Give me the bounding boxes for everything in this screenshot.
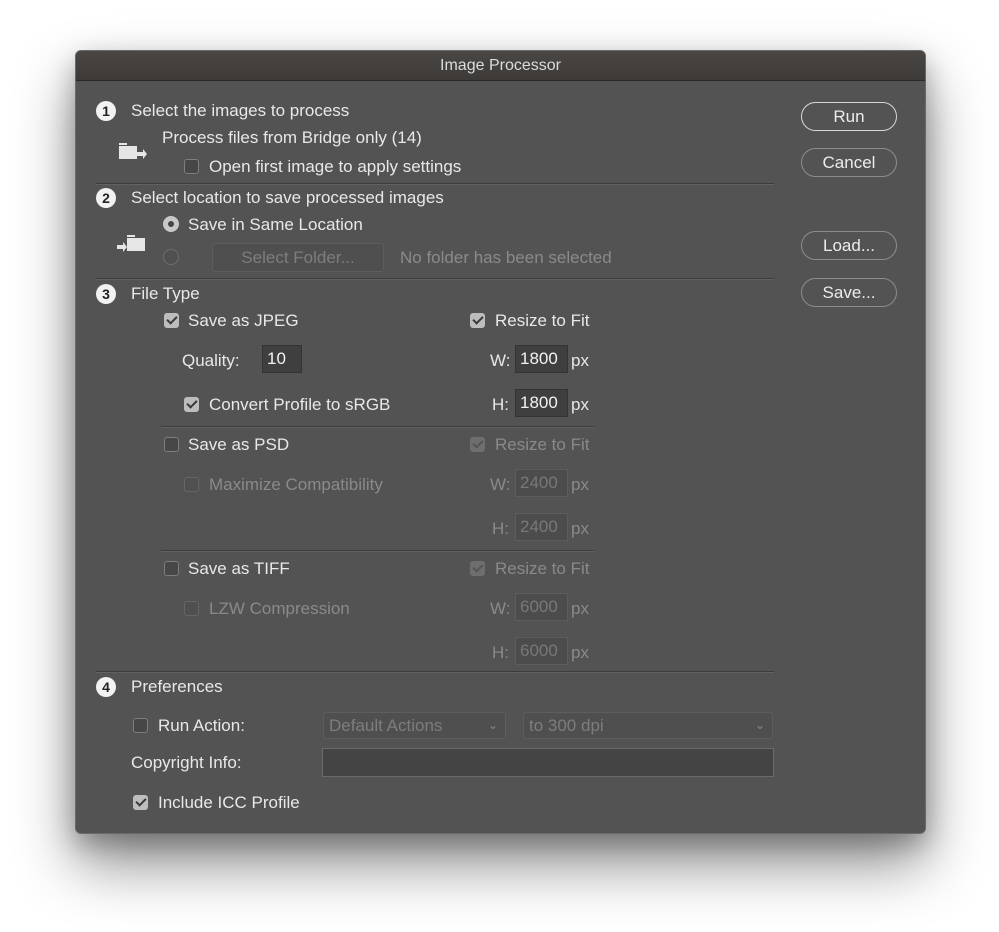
save-as-psd-checkbox[interactable] <box>164 437 179 452</box>
step-3-badge: 3 <box>96 284 116 304</box>
step-2-badge: 2 <box>96 188 116 208</box>
section-divider <box>96 183 774 185</box>
save-as-tiff-checkbox[interactable] <box>164 561 179 576</box>
run-button[interactable]: Run <box>801 102 897 131</box>
tiff-resize-checkbox[interactable] <box>470 561 485 576</box>
save-as-tiff-label: Save as TIFF <box>188 559 290 578</box>
section4-title: Preferences <box>131 677 223 696</box>
jpeg-resize-label: Resize to Fit <box>495 311 590 330</box>
psd-height-input[interactable]: 2400 <box>515 513 568 541</box>
select-folder-radio[interactable] <box>163 249 179 265</box>
quality-label: Quality: <box>182 351 240 370</box>
section2-title: Select location to save processed images <box>131 188 444 207</box>
jpeg-width-unit: px <box>571 351 589 370</box>
tiff-resize-label: Resize to Fit <box>495 559 590 578</box>
psd-width-unit: px <box>571 475 589 494</box>
tiff-width-unit: px <box>571 599 589 618</box>
save-as-psd-label: Save as PSD <box>188 435 290 454</box>
step-1-badge: 1 <box>96 101 116 121</box>
section-divider <box>96 671 774 673</box>
psd-width-input[interactable]: 2400 <box>515 469 568 497</box>
folder-arrow-icon <box>119 143 147 159</box>
action-value: to 300 dpi <box>529 716 604 735</box>
run-action-label: Run Action: <box>158 716 245 735</box>
load-button[interactable]: Load... <box>801 231 897 260</box>
action-set-select[interactable]: Default Actions ⌄ <box>323 712 506 739</box>
save-same-location-radio[interactable] <box>163 216 179 232</box>
jpeg-width-label: W: <box>490 351 511 370</box>
section1-title: Select the images to process <box>131 101 350 120</box>
tiff-height-label: H: <box>492 643 509 662</box>
folder-status-text: No folder has been selected <box>400 248 612 267</box>
jpeg-height-label: H: <box>492 395 509 414</box>
tiff-width-input[interactable]: 6000 <box>515 593 568 621</box>
copyright-input[interactable] <box>322 748 774 777</box>
folder-save-icon <box>117 235 145 252</box>
include-icc-label: Include ICC Profile <box>158 793 300 812</box>
action-select[interactable]: to 300 dpi ⌄ <box>523 712 773 739</box>
quality-input[interactable]: 10 <box>262 345 302 373</box>
source-description: Process files from Bridge only (14) <box>162 128 422 147</box>
chevron-down-icon: ⌄ <box>487 718 498 732</box>
section-divider <box>96 278 774 280</box>
jpeg-width-input[interactable]: 1800 <box>515 345 568 373</box>
maximize-compatibility-label: Maximize Compatibility <box>209 475 383 494</box>
tiff-height-input[interactable]: 6000 <box>515 637 568 665</box>
psd-height-unit: px <box>571 519 589 538</box>
step-4-badge: 4 <box>96 677 116 697</box>
image-processor-dialog: Image Processor Run Cancel Load... Save.… <box>75 50 926 834</box>
jpeg-height-unit: px <box>571 395 589 414</box>
run-action-checkbox[interactable] <box>133 718 148 733</box>
action-set-value: Default Actions <box>329 716 443 735</box>
save-same-location-label: Save in Same Location <box>188 215 363 234</box>
chevron-down-icon: ⌄ <box>754 718 765 732</box>
save-as-jpeg-checkbox[interactable] <box>164 313 179 328</box>
section3-title: File Type <box>131 284 200 303</box>
jpeg-resize-checkbox[interactable] <box>470 313 485 328</box>
filetype-divider <box>161 426 595 428</box>
psd-resize-checkbox[interactable] <box>470 437 485 452</box>
convert-srgb-checkbox[interactable] <box>184 397 199 412</box>
open-first-image-label: Open first image to apply settings <box>209 157 462 176</box>
tiff-height-unit: px <box>571 643 589 662</box>
save-as-jpeg-label: Save as JPEG <box>188 311 299 330</box>
convert-srgb-label: Convert Profile to sRGB <box>209 395 391 414</box>
maximize-compatibility-checkbox[interactable] <box>184 477 199 492</box>
cancel-button[interactable]: Cancel <box>801 148 897 177</box>
save-settings-button[interactable]: Save... <box>801 278 897 307</box>
tiff-width-label: W: <box>490 599 511 618</box>
psd-width-label: W: <box>490 475 511 494</box>
window-title: Image Processor <box>76 51 925 81</box>
open-first-image-checkbox[interactable] <box>184 159 199 174</box>
psd-resize-label: Resize to Fit <box>495 435 590 454</box>
jpeg-height-input[interactable]: 1800 <box>515 389 568 417</box>
psd-height-label: H: <box>492 519 509 538</box>
include-icc-checkbox[interactable] <box>133 795 148 810</box>
filetype-divider <box>161 550 595 552</box>
select-folder-button[interactable]: Select Folder... <box>212 243 384 272</box>
lzw-compression-checkbox[interactable] <box>184 601 199 616</box>
copyright-label: Copyright Info: <box>131 753 242 772</box>
lzw-compression-label: LZW Compression <box>209 599 350 618</box>
